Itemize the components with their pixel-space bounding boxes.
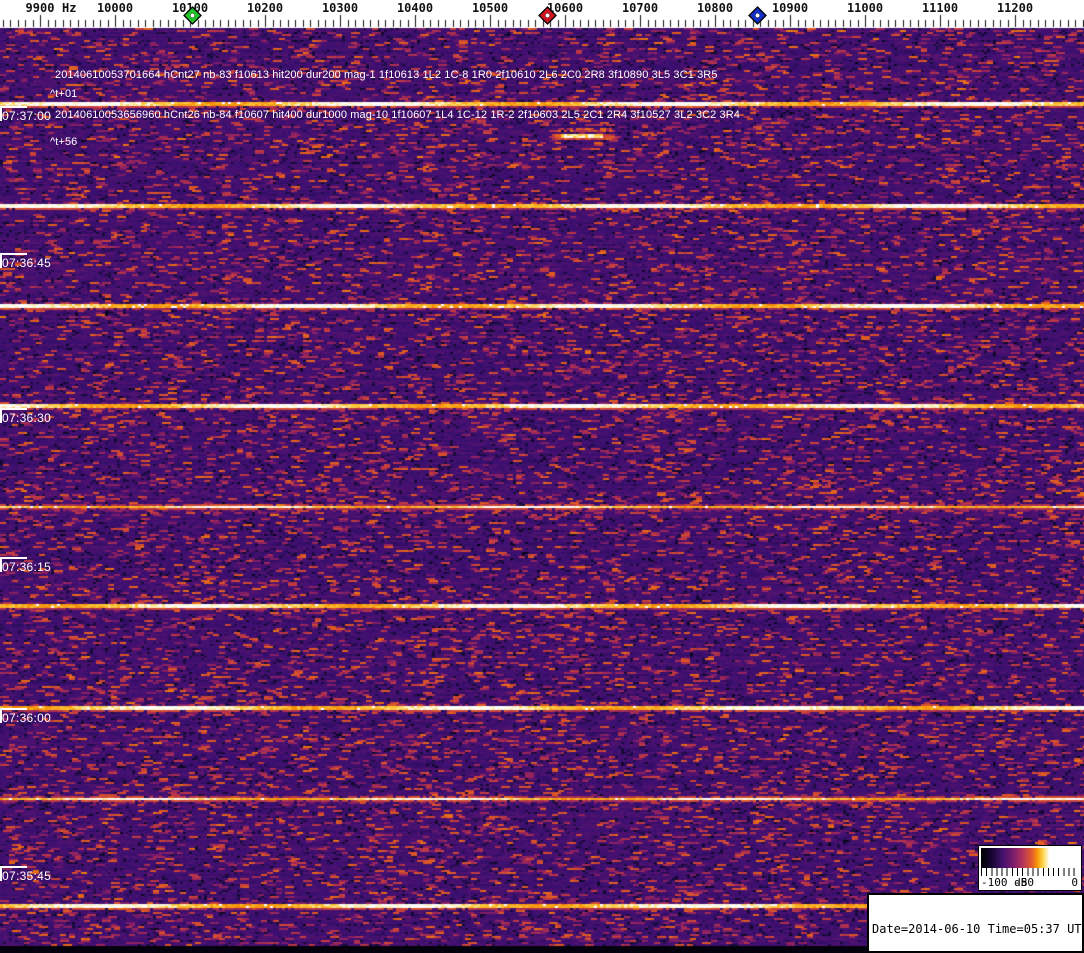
frequency-tick-label: 10000: [96, 1, 134, 15]
detection-annotation-text: 20140610053701664 hCnt27 nb-83 f10613 hi…: [55, 69, 718, 81]
time-label: 07:36:45: [2, 256, 52, 270]
spectrogram-app-window: 9900 10000 10100 10200 10300 10400 10500 10600 1…: [0, 0, 1084, 953]
info-date-time: Date=2014-06-10 Time=05:37 UTC: [872, 922, 1084, 936]
frequency-tick-label: 11100: [921, 1, 959, 15]
frequency-marker-diamond-red-icon[interactable]: [537, 6, 557, 25]
frequency-marker-diamond-green-icon[interactable]: [182, 6, 202, 25]
time-axis-tick: [1, 708, 27, 710]
detection-annotation-text: ^t+01: [50, 88, 78, 100]
frequency-tick-label: 11200: [996, 1, 1034, 15]
time-axis-tick: [1, 253, 27, 255]
frequency-tick-label: 10200: [246, 1, 284, 15]
detection-annotation-text: 20140610053656960 hCnt26 nb-84 f10607 hi…: [55, 109, 740, 121]
time-label: 07:36:00: [2, 711, 52, 725]
frequency-unit-label: Hz: [62, 1, 77, 15]
frequency-tick-label: 9900: [25, 1, 55, 15]
time-axis-tick: [1, 866, 27, 868]
time-axis-tick: [1, 106, 27, 108]
colorbar-label-mid: -50: [1014, 876, 1035, 889]
time-label: 07:35:45: [2, 869, 52, 883]
time-axis-tick: [1, 557, 27, 559]
frequency-tick-label: 11000: [846, 1, 884, 15]
frequency-tick-label: 10300: [321, 1, 359, 15]
waterfall-spectrogram-canvas[interactable]: [0, 0, 1084, 953]
time-label: 07:37:00: [2, 109, 52, 123]
observation-info-box: Date=2014-06-10 Time=05:37 UTC Freq=143 …: [867, 893, 1084, 953]
time-axis-tick: [1, 408, 27, 410]
frequency-tick-label: 10800: [696, 1, 734, 15]
frequency-tick-label: 10900: [771, 1, 809, 15]
colorbar-ticks: [981, 868, 1079, 876]
detection-annotation-text: ^t+56: [50, 136, 78, 148]
frequency-tick-label: 10400: [396, 1, 434, 15]
frequency-tick-label: 10700: [621, 1, 659, 15]
frequency-tick-label: 10500: [471, 1, 509, 15]
time-label: 07:36:15: [2, 560, 52, 574]
db-colorbar-legend: -100 dB -50 0: [978, 845, 1082, 891]
colorbar-label-max: 0: [1071, 876, 1078, 889]
colorbar-gradient: [981, 848, 1079, 868]
frequency-marker-diamond-blue-icon[interactable]: [747, 6, 767, 25]
time-label: 07:36:30: [2, 411, 52, 425]
